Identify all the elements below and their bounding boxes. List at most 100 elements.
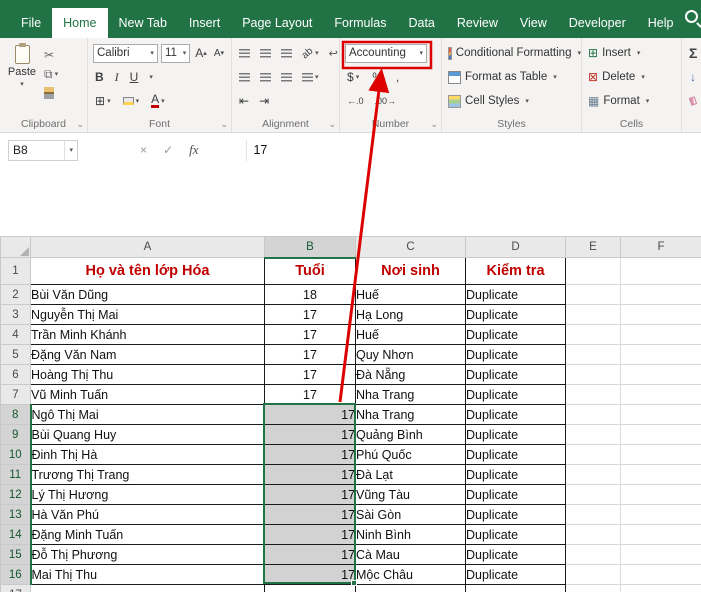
cell-E1[interactable]: [565, 257, 621, 285]
cell-B8[interactable]: 17: [264, 404, 356, 425]
delete-button[interactable]: ⊠ Delete ▾: [582, 65, 681, 89]
cell-E15[interactable]: [565, 544, 621, 565]
bold-button[interactable]: B: [93, 70, 106, 84]
cell-C15[interactable]: Cà Mau: [355, 544, 466, 565]
tab-page-layout[interactable]: Page Layout: [231, 8, 323, 38]
cell-D10[interactable]: Duplicate: [465, 444, 566, 465]
cell-D6[interactable]: Duplicate: [465, 364, 566, 385]
cell-A4[interactable]: Trần Minh Khánh: [30, 324, 265, 345]
cell-E5[interactable]: [565, 344, 621, 365]
cell-C9[interactable]: Quảng Bình: [355, 424, 466, 445]
cell-D9[interactable]: Duplicate: [465, 424, 566, 445]
cell-B1[interactable]: Tuổi: [264, 257, 356, 285]
tab-insert[interactable]: Insert: [178, 8, 231, 38]
cell-F5[interactable]: [620, 344, 701, 365]
increase-decimal-button[interactable]: ←.0: [345, 96, 366, 106]
cell-C7[interactable]: Nha Trang: [355, 384, 466, 405]
cell-B13[interactable]: 17: [264, 504, 356, 525]
cell-F11[interactable]: [620, 464, 701, 485]
cell-F7[interactable]: [620, 384, 701, 405]
cell-E4[interactable]: [565, 324, 621, 345]
autosum-button[interactable]: Σ: [689, 45, 697, 61]
cell-B7[interactable]: 17: [264, 384, 356, 405]
cell-E13[interactable]: [565, 504, 621, 525]
cell-A9[interactable]: Bùi Quang Huy: [30, 424, 265, 445]
tab-view[interactable]: View: [509, 8, 558, 38]
cell-F3[interactable]: [620, 304, 701, 325]
cell-E14[interactable]: [565, 524, 621, 545]
cell-E11[interactable]: [565, 464, 621, 485]
cell-A11[interactable]: Trương Thị Trang: [30, 464, 265, 485]
cell-A10[interactable]: Đinh Thị Hà: [30, 444, 265, 465]
cell-E12[interactable]: [565, 484, 621, 505]
underline-button[interactable]: U: [128, 70, 141, 84]
copy-button[interactable]: ⧉ ▾: [44, 67, 58, 81]
row-header-4[interactable]: 4: [0, 324, 31, 345]
cell-F8[interactable]: [620, 404, 701, 425]
tab-formulas[interactable]: Formulas: [323, 8, 397, 38]
cut-button[interactable]: ✂: [44, 48, 58, 62]
percent-style-button[interactable]: %: [370, 70, 385, 84]
conditional-formatting-button[interactable]: Conditional Formatting ▾: [442, 41, 581, 65]
format-painter-button[interactable]: [44, 86, 58, 100]
cell-C8[interactable]: Nha Trang: [355, 404, 466, 425]
cell-D17[interactable]: [465, 584, 566, 592]
cell-B12[interactable]: 17: [264, 484, 356, 505]
merge-center-button[interactable]: ▾: [300, 72, 321, 82]
tab-home[interactable]: Home: [52, 8, 108, 38]
cell-A14[interactable]: Đặng Minh Tuấn: [30, 524, 265, 545]
italic-button[interactable]: I: [113, 70, 121, 85]
cell-D3[interactable]: Duplicate: [465, 304, 566, 325]
cell-F1[interactable]: [620, 257, 701, 285]
cell-E17[interactable]: [565, 584, 621, 592]
cell-A6[interactable]: Hoàng Thị Thu: [30, 364, 265, 385]
row-header-9[interactable]: 9: [0, 424, 32, 445]
format-button[interactable]: ▦ Format ▾: [582, 89, 681, 113]
cell-E8[interactable]: [565, 404, 621, 425]
paste-button[interactable]: Paste ▾: [0, 41, 44, 100]
cell-A3[interactable]: Nguyễn Thị Mai: [30, 304, 265, 325]
decrease-indent-button[interactable]: ⇤: [237, 94, 251, 108]
row-header-2[interactable]: 2: [0, 284, 31, 305]
tab-new-tab[interactable]: New Tab: [108, 8, 178, 38]
cell-D12[interactable]: Duplicate: [465, 484, 566, 505]
increase-indent-button[interactable]: ⇥: [257, 94, 271, 108]
borders-button[interactable]: ⊞ ▾: [93, 94, 113, 108]
cell-D5[interactable]: Duplicate: [465, 344, 566, 365]
accounting-number-format-button[interactable]: $ ▾: [345, 70, 361, 84]
cell-A13[interactable]: Hà Văn Phú: [30, 504, 265, 525]
cell-A15[interactable]: Đỗ Thị Phương: [30, 544, 265, 565]
increase-font-size-button[interactable]: A ▴: [193, 46, 209, 60]
font-dialog-launcher-icon[interactable]: ⌄: [220, 119, 228, 130]
cell-F16[interactable]: [620, 564, 701, 585]
name-box-dropdown-icon[interactable]: ▾: [64, 140, 73, 160]
insert-function-button[interactable]: fx: [189, 142, 198, 158]
cell-F14[interactable]: [620, 524, 701, 545]
formula-input[interactable]: 17: [246, 139, 701, 161]
tab-developer[interactable]: Developer: [558, 8, 637, 38]
cell-C16[interactable]: Mộc Châu: [355, 564, 466, 585]
fill-button[interactable]: ↓: [690, 70, 696, 84]
cell-D14[interactable]: Duplicate: [465, 524, 566, 545]
cell-A7[interactable]: Vũ Minh Tuấn: [30, 384, 265, 405]
cell-E16[interactable]: [565, 564, 621, 585]
font-color-button[interactable]: A ▾: [149, 93, 167, 108]
row-header-8[interactable]: 8: [0, 404, 32, 425]
cell-D16[interactable]: Duplicate: [465, 564, 566, 585]
cell-C13[interactable]: Sài Gòn: [355, 504, 466, 525]
cell-C1[interactable]: Nơi sinh: [355, 257, 466, 285]
cell-F17[interactable]: [620, 584, 701, 592]
row-header-1[interactable]: 1: [0, 257, 31, 285]
cell-B14[interactable]: 17: [264, 524, 356, 545]
tab-file[interactable]: File: [10, 8, 52, 38]
cell-F6[interactable]: [620, 364, 701, 385]
row-header-13[interactable]: 13: [0, 504, 32, 525]
cell-C2[interactable]: Huế: [355, 284, 466, 305]
row-header-17[interactable]: 17: [0, 584, 31, 592]
number-format-combo[interactable]: Accounting ▾: [345, 43, 427, 63]
cell-E3[interactable]: [565, 304, 621, 325]
align-middle-button[interactable]: [258, 48, 273, 58]
alignment-dialog-launcher-icon[interactable]: ⌄: [328, 119, 336, 130]
cell-C14[interactable]: Ninh Bình: [355, 524, 466, 545]
cell-B17[interactable]: [264, 584, 356, 592]
